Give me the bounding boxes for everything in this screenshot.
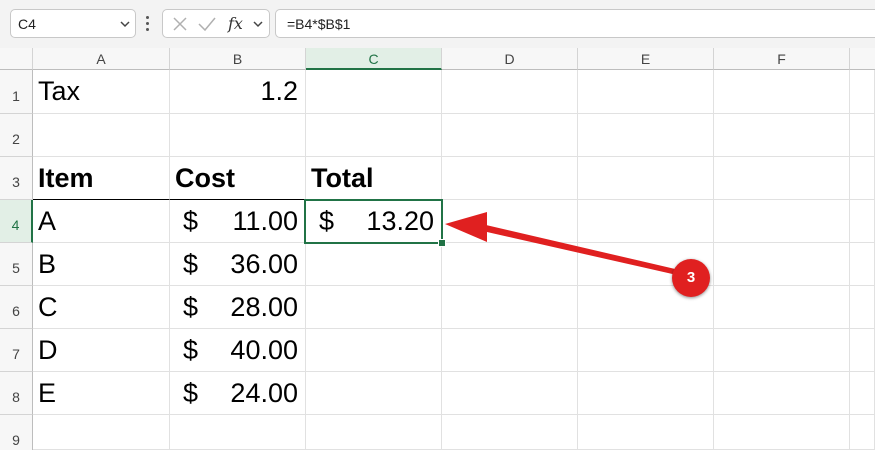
annotation-arrow [445,212,690,278]
annotation-arrow-head [445,212,487,242]
step-badge: 3 [672,259,710,297]
annotation-arrow-shaft [486,225,690,278]
